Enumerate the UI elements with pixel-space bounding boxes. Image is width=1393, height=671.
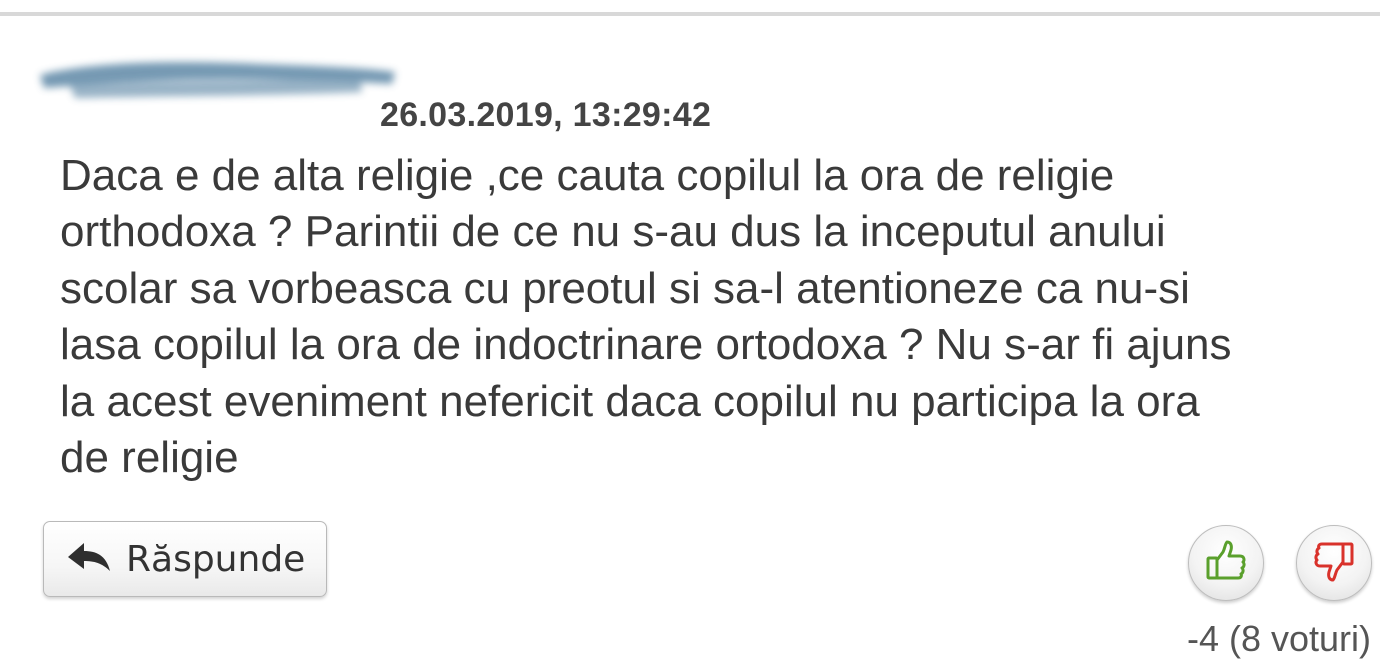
- reply-button-label: Răspunde: [126, 538, 306, 580]
- upvote-button[interactable]: [1188, 525, 1264, 601]
- thumbs-up-icon: [1203, 538, 1249, 589]
- redacted-author-name: [40, 62, 395, 98]
- reply-arrow-icon: [64, 539, 114, 579]
- thumbs-down-icon: [1311, 538, 1357, 589]
- top-divider: [0, 12, 1380, 16]
- comment-timestamp: 26.03.2019, 13:29:42: [380, 96, 712, 134]
- downvote-button[interactable]: [1296, 525, 1372, 601]
- vote-summary: -4 (8 voturi): [1186, 618, 1371, 659]
- reply-button[interactable]: Răspunde: [43, 521, 327, 597]
- comment-text: Daca e de alta religie ,ce cauta copilul…: [60, 151, 1232, 483]
